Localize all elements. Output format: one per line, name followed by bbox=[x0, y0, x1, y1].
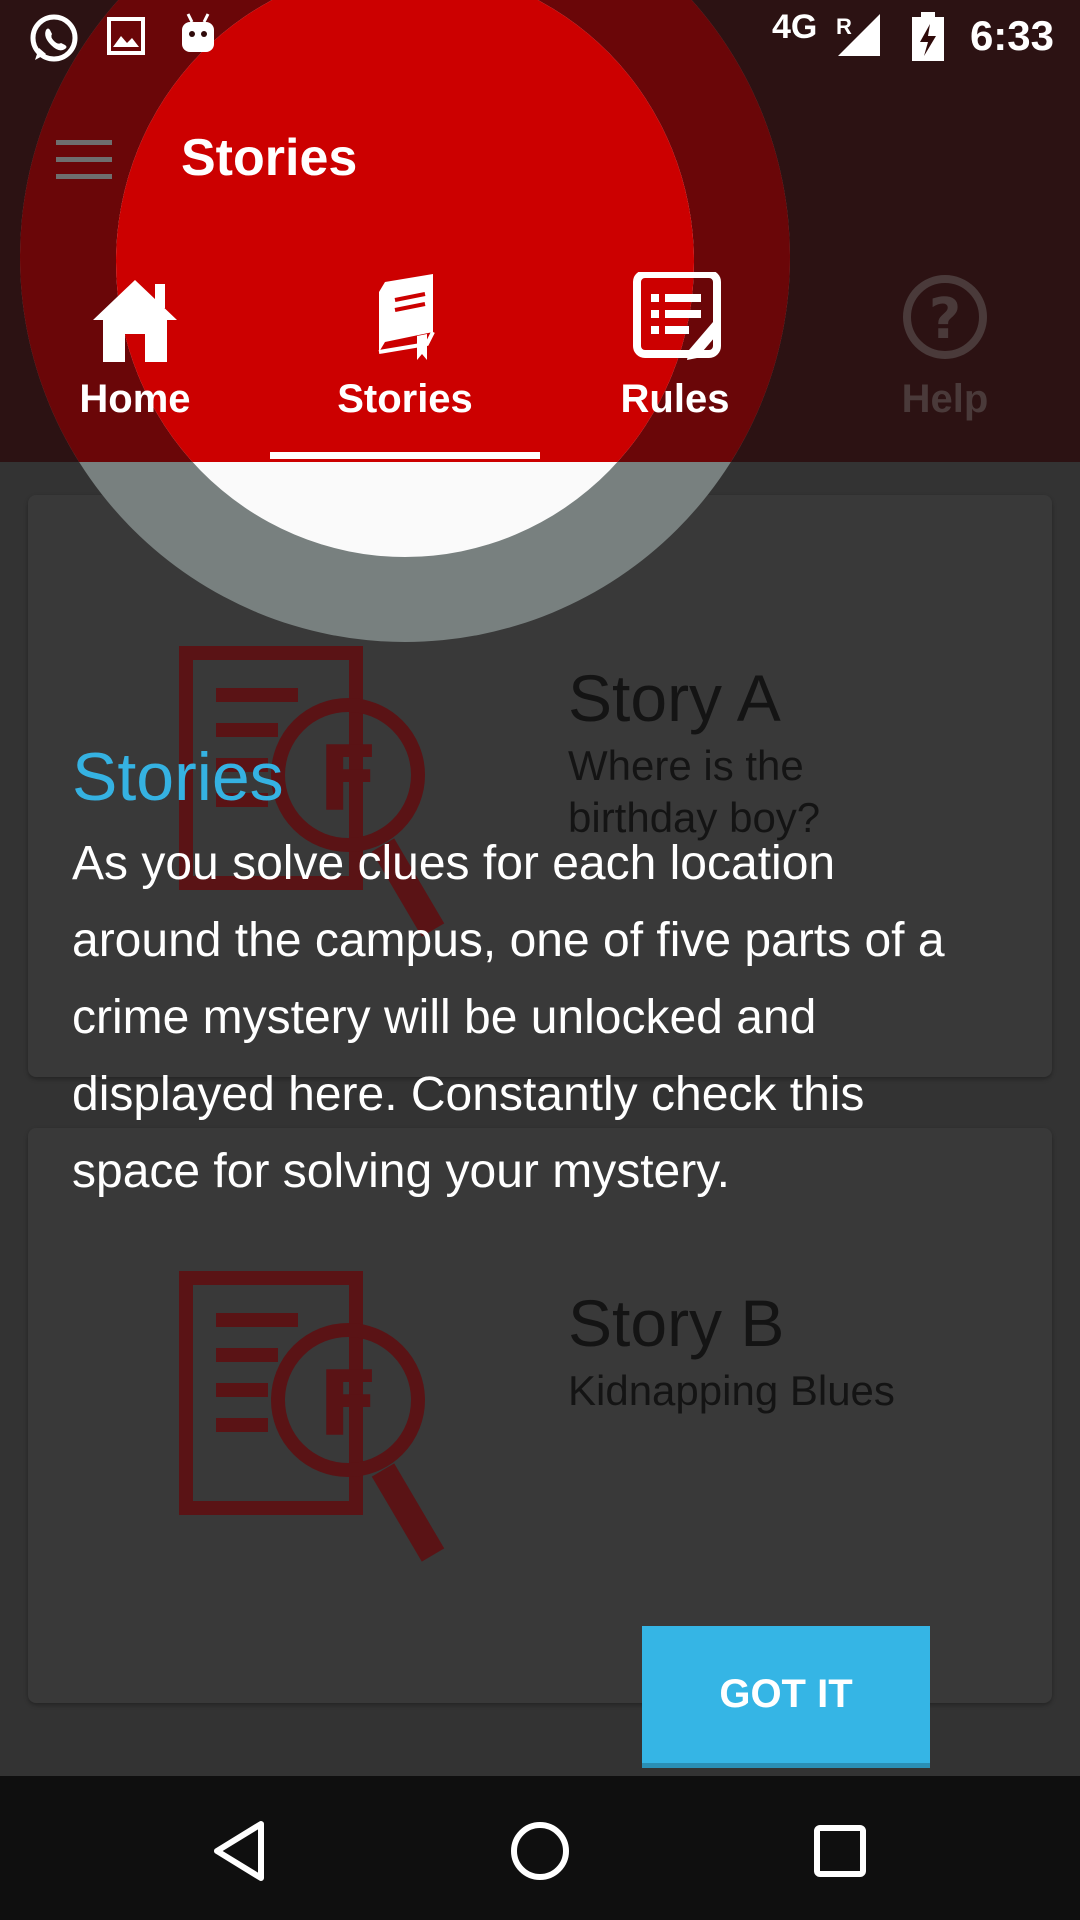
page-title: Stories bbox=[181, 129, 358, 187]
battery-charging-icon bbox=[912, 12, 944, 61]
back-icon[interactable] bbox=[205, 1816, 275, 1886]
whatsapp-icon bbox=[30, 14, 78, 62]
network-type: 4G bbox=[772, 8, 818, 46]
svg-text:?: ? bbox=[929, 287, 961, 352]
recents-icon[interactable] bbox=[805, 1816, 875, 1886]
tab-home-label: Home bbox=[79, 377, 191, 421]
gallery-icon bbox=[107, 17, 145, 55]
story-a-title: Story A bbox=[568, 661, 781, 735]
got-it-button[interactable]: GOT IT bbox=[642, 1626, 930, 1768]
story-b-subtitle: Kidnapping Blues bbox=[568, 1367, 895, 1414]
story-b-title: Story B bbox=[568, 1286, 785, 1360]
tab-help[interactable]: ? Help bbox=[810, 270, 1080, 460]
book-icon bbox=[378, 274, 435, 360]
tab-indicator bbox=[270, 452, 540, 459]
rules-icon bbox=[633, 272, 721, 360]
navigation-bar bbox=[0, 1776, 1080, 1920]
svg-text:F: F bbox=[318, 727, 379, 832]
tab-stories[interactable]: Stories bbox=[270, 270, 540, 460]
tab-rules[interactable]: Rules bbox=[540, 270, 810, 460]
tab-home[interactable]: Home bbox=[0, 270, 270, 460]
svg-text:F: F bbox=[318, 1352, 379, 1457]
tutorial-title: Stories bbox=[72, 739, 284, 815]
detective-file-icon: F bbox=[179, 1271, 445, 1562]
tab-stories-label: Stories bbox=[337, 377, 473, 421]
help-icon: ? bbox=[903, 275, 987, 359]
clock: 6:33 bbox=[969, 12, 1054, 59]
tutorial-body: As you solve clues for each location aro… bbox=[72, 837, 945, 1198]
home-icon bbox=[93, 280, 177, 362]
signal-icon bbox=[838, 14, 880, 56]
tab-help-label: Help bbox=[901, 377, 989, 421]
tab-rules-label: Rules bbox=[620, 377, 730, 421]
android-icon bbox=[182, 13, 214, 52]
home-circle-icon[interactable] bbox=[505, 1816, 575, 1886]
hamburger-menu-icon[interactable] bbox=[54, 138, 114, 182]
